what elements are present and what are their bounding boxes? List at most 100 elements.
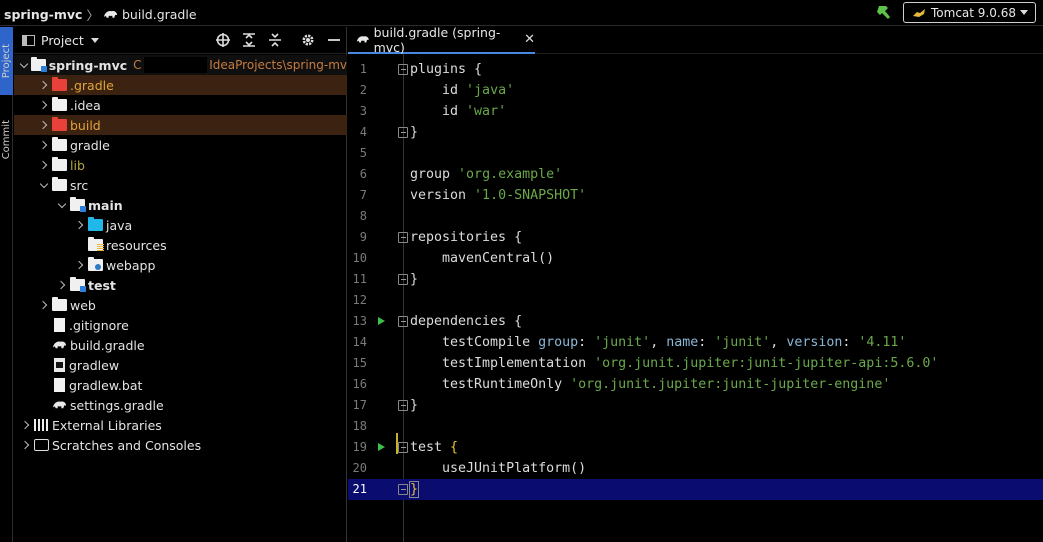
code-line[interactable]: 9 repositories { bbox=[348, 227, 1043, 248]
chevron-right-icon[interactable] bbox=[56, 275, 68, 295]
build-hammer-icon[interactable] bbox=[876, 4, 892, 20]
code-arg: name bbox=[666, 335, 699, 350]
code-arg: version bbox=[786, 335, 843, 350]
chevron-right-icon[interactable] bbox=[38, 95, 50, 115]
tool-window-stripe: Project Commit bbox=[0, 27, 13, 542]
code-line[interactable]: 20 useJUnitPlatform() bbox=[348, 458, 1043, 479]
tree-item-label: .idea bbox=[70, 97, 101, 113]
chevron-right-icon[interactable] bbox=[74, 255, 86, 275]
fold-icon[interactable] bbox=[398, 232, 408, 243]
code-line[interactable]: 2 id 'java' bbox=[348, 80, 1043, 101]
chevron-down-icon[interactable] bbox=[38, 175, 50, 195]
tree-item-label: main bbox=[88, 197, 123, 213]
line-number: 12 bbox=[352, 293, 367, 307]
code-line[interactable]: 15 testImplementation 'org.junit.jupiter… bbox=[348, 353, 1043, 374]
tree-item-gradlew[interactable]: gradlew bbox=[14, 355, 347, 375]
chevron-right-icon[interactable] bbox=[38, 135, 50, 155]
code-line[interactable]: 7 version '1.0-SNAPSHOT' bbox=[348, 185, 1043, 206]
tree-item-label: java bbox=[106, 217, 133, 233]
tool-tab-commit[interactable]: Commit bbox=[0, 107, 13, 173]
minimize-icon[interactable] bbox=[326, 32, 342, 48]
chevron-right-icon[interactable] bbox=[38, 75, 50, 95]
chevron-down-icon[interactable] bbox=[20, 55, 29, 75]
fold-icon[interactable] bbox=[398, 64, 408, 75]
code-line[interactable]: 18 bbox=[348, 416, 1043, 437]
tree-item-test[interactable]: test bbox=[14, 275, 347, 295]
code-line[interactable]: 10 mavenCentral() bbox=[348, 248, 1043, 269]
line-number: 17 bbox=[352, 398, 367, 412]
tree-root[interactable]: spring-mvc C IdeaProjects\spring-mv bbox=[14, 55, 347, 75]
gradle-icon bbox=[52, 401, 67, 409]
chevron-right-icon[interactable] bbox=[38, 115, 50, 135]
tree-item-gitignore[interactable]: .gitignore bbox=[14, 315, 347, 335]
code-text: testCompile group: 'junit', name: 'junit… bbox=[410, 332, 906, 353]
chevron-down-icon[interactable] bbox=[90, 37, 99, 43]
code-line[interactable]: 5 bbox=[348, 143, 1043, 164]
tree-item-resources[interactable]: resources bbox=[14, 235, 347, 255]
tab-build-gradle[interactable]: build.gradle (spring-mvc) ✕ bbox=[348, 25, 535, 55]
tree-root-label: spring-mvc bbox=[48, 57, 128, 73]
close-icon[interactable]: ✕ bbox=[524, 32, 535, 47]
tree-item-idea[interactable]: .idea bbox=[14, 95, 347, 115]
tree-item-gradle-dir[interactable]: .gradle bbox=[14, 75, 347, 95]
tool-tab-project-label: Project bbox=[1, 43, 12, 79]
chevron-right-icon[interactable] bbox=[20, 435, 32, 455]
code-token: testCompile bbox=[410, 335, 539, 350]
tree-root-path-suffix: IdeaProjects\spring-mv bbox=[209, 58, 347, 72]
tree-item-webapp[interactable]: webapp bbox=[14, 255, 347, 275]
tree-item-scratches[interactable]: Scratches and Consoles bbox=[14, 435, 347, 455]
code-area[interactable]: 1 plugins { 2 id 'java' 3 id 'war' 4} 5 6… bbox=[348, 54, 1043, 542]
tree-item-src[interactable]: src bbox=[14, 175, 347, 195]
code-line[interactable]: 17} bbox=[348, 395, 1043, 416]
expand-all-icon[interactable] bbox=[241, 32, 257, 48]
breadcrumb-project[interactable]: spring-mvc bbox=[4, 7, 82, 22]
code-line[interactable]: 6 group 'org.example' bbox=[348, 164, 1043, 185]
fold-icon[interactable] bbox=[398, 127, 408, 138]
tree-item-external-libraries[interactable]: External Libraries bbox=[14, 415, 347, 435]
fold-icon[interactable] bbox=[398, 442, 408, 453]
code-line[interactable]: 4} bbox=[348, 122, 1043, 143]
collapse-all-icon[interactable] bbox=[267, 32, 283, 48]
chevron-right-icon[interactable] bbox=[74, 215, 86, 235]
code-line[interactable]: 16 testRuntimeOnly 'org.junit.jupiter:ju… bbox=[348, 374, 1043, 395]
tree-item-gradle[interactable]: gradle bbox=[14, 135, 347, 155]
fold-icon[interactable] bbox=[398, 484, 408, 495]
tree-item-label: External Libraries bbox=[52, 417, 162, 433]
gear-icon[interactable] bbox=[300, 32, 316, 48]
breadcrumb-file[interactable]: build.gradle bbox=[122, 7, 197, 22]
code-line-current[interactable]: 21} bbox=[348, 479, 1043, 500]
run-configuration-select[interactable]: Tomcat 9.0.68 bbox=[903, 2, 1036, 23]
fold-icon[interactable] bbox=[398, 274, 408, 285]
run-gutter-icon[interactable] bbox=[378, 317, 385, 325]
code-line[interactable]: 12 bbox=[348, 290, 1043, 311]
code-text: mavenCentral() bbox=[410, 251, 555, 266]
tree-item-build[interactable]: build bbox=[14, 115, 347, 135]
project-view-title[interactable]: Project bbox=[41, 33, 84, 48]
tree-item-lib[interactable]: lib bbox=[14, 155, 347, 175]
code-line[interactable]: 14 testCompile group: 'junit', name: 'ju… bbox=[348, 332, 1043, 353]
tree-item-gradlew-bat[interactable]: gradlew.bat bbox=[14, 375, 347, 395]
code-line[interactable]: 1 plugins { bbox=[348, 59, 1043, 80]
fold-icon[interactable] bbox=[398, 316, 408, 327]
locate-icon[interactable] bbox=[215, 32, 231, 48]
code-line[interactable]: 11} bbox=[348, 269, 1043, 290]
tool-tab-project[interactable]: Project bbox=[0, 27, 13, 95]
run-gutter-icon[interactable] bbox=[378, 443, 385, 451]
code-line[interactable]: 13 dependencies { bbox=[348, 311, 1043, 332]
chevron-right-icon[interactable] bbox=[38, 295, 50, 315]
tree-item-web[interactable]: web bbox=[14, 295, 347, 315]
tree-item-build-gradle[interactable]: build.gradle bbox=[14, 335, 347, 355]
fold-icon[interactable] bbox=[398, 400, 408, 411]
chevron-right-icon[interactable] bbox=[38, 155, 50, 175]
code-line[interactable]: 3 id 'war' bbox=[348, 101, 1043, 122]
code-line[interactable]: 19 test { bbox=[348, 437, 1043, 458]
code-text: id 'war' bbox=[410, 101, 506, 122]
tree-item-settings-gradle[interactable]: settings.gradle bbox=[14, 395, 347, 415]
tree-item-java[interactable]: java bbox=[14, 215, 347, 235]
tree-item-main[interactable]: main bbox=[14, 195, 347, 215]
chevron-right-icon[interactable] bbox=[20, 415, 32, 435]
chevron-down-icon[interactable] bbox=[56, 195, 68, 215]
tree-item-label: gradle bbox=[70, 137, 110, 153]
code-line[interactable]: 8 bbox=[348, 206, 1043, 227]
